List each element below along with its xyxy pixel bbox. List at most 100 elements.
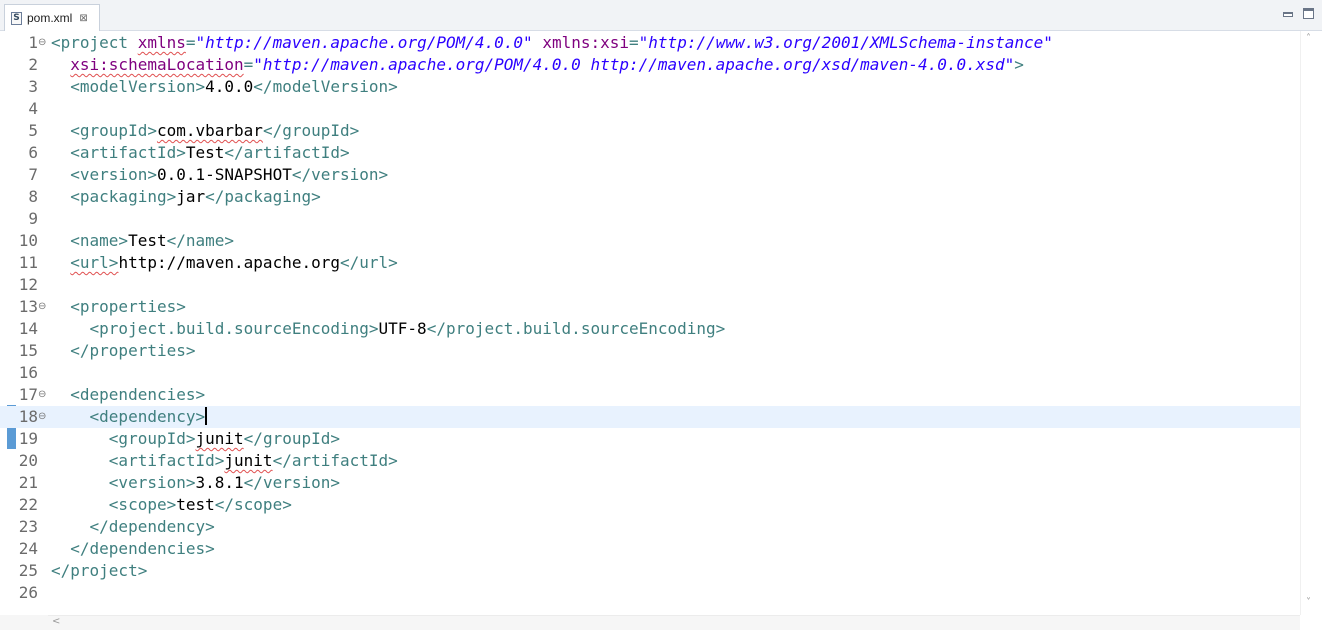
code-line[interactable]: 6 <artifactId>Test</artifactId>: [0, 142, 1300, 164]
token-tag: =: [185, 33, 196, 52]
code-text: </dependency>: [51, 516, 215, 538]
token-text: Test: [185, 143, 225, 162]
token-tag: </dependencies>: [70, 539, 215, 558]
line-number: 17: [18, 385, 38, 404]
code-line[interactable]: 9: [0, 208, 1300, 230]
token-tag: </scope>: [214, 495, 292, 514]
line-number: 7: [28, 165, 38, 184]
code-line[interactable]: 15 </properties>: [0, 340, 1300, 362]
token-text: junit: [195, 429, 244, 448]
token-tag: </properties>: [70, 341, 196, 360]
code-line[interactable]: 4: [0, 98, 1300, 120]
code-line[interactable]: 18 ⊖ <dependency>: [0, 406, 1300, 428]
scroll-down-icon[interactable]: ˅: [1306, 597, 1311, 608]
code-line[interactable]: 25 </project>: [0, 560, 1300, 582]
token-tag: <groupId>: [70, 121, 157, 140]
code-line[interactable]: 12: [0, 274, 1300, 296]
maximize-icon[interactable]: [1303, 8, 1314, 19]
line-number: 10: [18, 231, 38, 250]
code-line[interactable]: 16: [0, 362, 1300, 384]
token-text: UTF-8: [378, 319, 427, 338]
line-number: 24: [18, 539, 38, 558]
code-line[interactable]: 13 ⊖ <properties>: [0, 296, 1300, 318]
editor-tab-bar: S pom.xml ⊠: [0, 0, 1322, 31]
line-number: 22: [18, 495, 38, 514]
line-number: 9: [28, 209, 38, 228]
scroll-left-icon[interactable]: <: [52, 616, 60, 627]
line-number: 12: [18, 275, 38, 294]
token-tag: <groupId>: [108, 429, 196, 448]
token-val: "http://maven.apache.org/POM/4.0.0 http:…: [253, 55, 1015, 74]
horizontal-scrollbar[interactable]: <: [48, 615, 1300, 630]
code-line[interactable]: 19 <groupId>junit</groupId>: [0, 428, 1300, 450]
code-text: <packaging>jar</packaging>: [51, 186, 320, 208]
code-line[interactable]: 20 <artifactId>junit</artifactId>: [0, 450, 1300, 472]
fold-toggle-icon[interactable]: ⊖: [38, 406, 46, 428]
minimize-icon[interactable]: [1283, 12, 1293, 17]
token-tag: <dependency>: [89, 407, 206, 426]
code-line[interactable]: 24 </dependencies>: [0, 538, 1300, 560]
token-text: com.vbarbar: [156, 121, 263, 140]
code-text: <project xmlns="http://maven.apache.org/…: [51, 32, 1053, 54]
code-line[interactable]: 17 ⊖ <dependencies>: [0, 384, 1300, 406]
code-line[interactable]: 5 <groupId>com.vbarbar</groupId>: [0, 120, 1300, 142]
code-line[interactable]: 7 <version>0.0.1-SNAPSHOT</version>: [0, 164, 1300, 186]
token-tag: =: [243, 55, 254, 74]
token-tag: =: [629, 33, 639, 52]
token-tag: </artifactId>: [272, 451, 398, 470]
token-val: "http://maven.apache.org/POM/4.0.0": [195, 33, 533, 52]
token-tag: <artifactId>: [70, 143, 186, 162]
text-caret: [205, 407, 208, 425]
token-tag: <project.build.sourceEncoding>: [89, 319, 379, 338]
tab-label: pom.xml: [27, 11, 73, 25]
vertical-scrollbar[interactable]: ˄ ˅: [1300, 31, 1322, 615]
xml-source-editor[interactable]: 1 ⊖ <project xmlns="http://maven.apache.or…: [0, 31, 1300, 615]
token-attr: xmlns: [137, 33, 186, 52]
code-line[interactable]: 11 <url>http://maven.apache.org</url>: [0, 252, 1300, 274]
close-icon[interactable]: ⊠: [79, 13, 87, 24]
code-line[interactable]: 2 xsi:schemaLocation="http://maven.apach…: [0, 54, 1300, 76]
code-line[interactable]: 8 <packaging>jar</packaging>: [0, 186, 1300, 208]
scroll-up-icon[interactable]: ˄: [1306, 33, 1311, 44]
xml-file-icon: S: [11, 11, 22, 25]
token-tag: <project: [51, 33, 138, 52]
token-tag: </artifactId>: [224, 143, 350, 162]
line-number: 8: [28, 187, 38, 206]
token-tag: <version>: [108, 473, 196, 492]
token-tag: </version>: [291, 165, 389, 184]
token-tag: <scope>: [108, 495, 177, 514]
line-number: 11: [18, 253, 38, 272]
token-tag: </dependency>: [89, 517, 215, 536]
line-number: 13: [18, 297, 38, 316]
token-tag: <properties>: [70, 297, 186, 316]
code-text: <scope>test</scope>: [51, 494, 292, 516]
code-text: xsi:schemaLocation="http://maven.apache.…: [51, 54, 1024, 76]
code-line[interactable]: 22 <scope>test</scope>: [0, 494, 1300, 516]
fold-toggle-icon[interactable]: ⊖: [38, 384, 46, 406]
fold-toggle-icon[interactable]: ⊖: [38, 32, 46, 54]
code-text: <project.build.sourceEncoding>UTF-8</pro…: [51, 318, 726, 340]
code-line[interactable]: 3 <modelVersion>4.0.0</modelVersion>: [0, 76, 1300, 98]
code-line[interactable]: 1 ⊖ <project xmlns="http://maven.apache.or…: [0, 32, 1300, 54]
code-line[interactable]: 21 <version>3.8.1</version>: [0, 472, 1300, 494]
token-tag: </project>: [51, 561, 148, 580]
code-line[interactable]: 26: [0, 582, 1300, 604]
code-line[interactable]: 14 <project.build.sourceEncoding>UTF-8</…: [0, 318, 1300, 340]
fold-toggle-icon[interactable]: ⊖: [38, 296, 46, 318]
tab-pom-xml[interactable]: S pom.xml ⊠: [4, 4, 100, 31]
code-line[interactable]: 23 </dependency>: [0, 516, 1300, 538]
code-line[interactable]: 10 <name>Test</name>: [0, 230, 1300, 252]
code-text: <properties>: [51, 296, 186, 318]
